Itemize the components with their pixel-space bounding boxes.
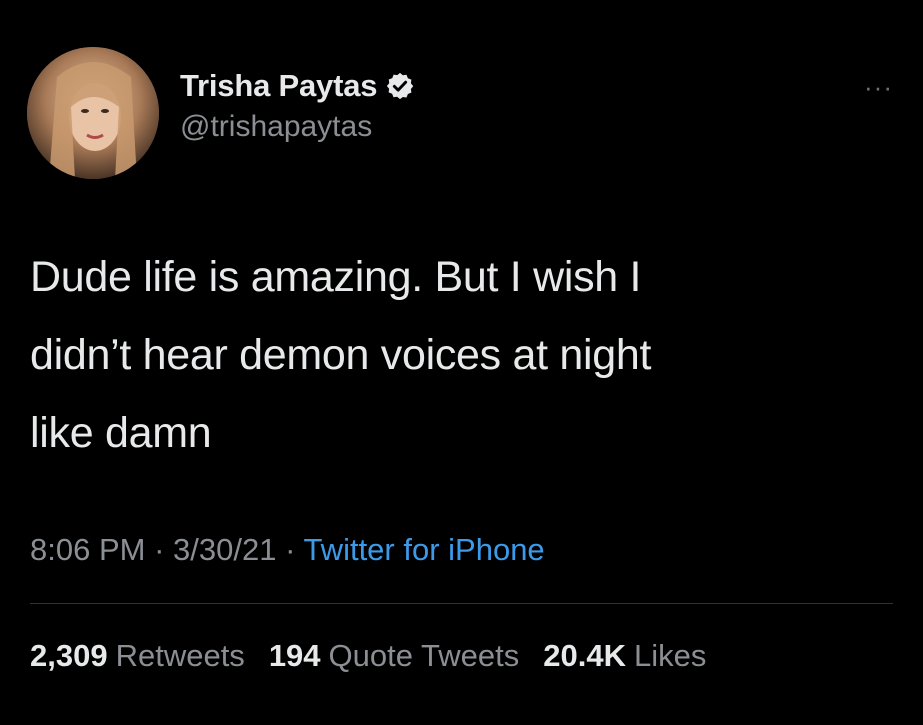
likes-count: 20.4K xyxy=(543,638,626,673)
tweet-time[interactable]: 8:06 PM xyxy=(30,532,145,567)
tweet-meta: 8:06 PM · 3/30/21 · Twitter for iPhone xyxy=(30,532,545,568)
author-handle[interactable]: @trishapaytas xyxy=(180,110,415,144)
quote-tweets-label: Quote Tweets xyxy=(328,638,520,673)
tweet-date[interactable]: 3/30/21 xyxy=(173,532,276,567)
verified-badge-icon xyxy=(385,71,415,101)
profile-photo-icon xyxy=(27,47,159,179)
meta-separator: · xyxy=(276,532,304,567)
retweets-count: 2,309 xyxy=(30,638,108,673)
tweet-source-link[interactable]: Twitter for iPhone xyxy=(303,532,544,567)
author-name-row: Trisha Paytas xyxy=(180,68,415,104)
quote-tweets-count: 194 xyxy=(268,638,321,673)
author-info: Trisha Paytas @trishapaytas xyxy=(180,68,415,144)
tweet-stats: 2,309 Retweets 194 Quote Tweets 20.4K Likes xyxy=(30,638,706,674)
likes-label: Likes xyxy=(634,638,707,673)
tweet-text: Dude life is amazing. But I wish I didn’… xyxy=(30,253,652,457)
more-options-icon[interactable]: ··· xyxy=(864,74,893,100)
retweets-label: Retweets xyxy=(115,638,245,673)
tweet-card: Trisha Paytas @trishapaytas ··· Dude lif… xyxy=(0,0,923,725)
likes-stat[interactable]: 20.4K Likes xyxy=(543,638,706,674)
author-display-name[interactable]: Trisha Paytas xyxy=(180,68,377,104)
avatar[interactable] xyxy=(27,47,159,179)
meta-separator: · xyxy=(145,532,174,567)
quote-tweets-stat[interactable]: 194 Quote Tweets xyxy=(269,638,519,674)
divider xyxy=(30,603,893,604)
retweets-stat[interactable]: 2,309 Retweets xyxy=(30,638,245,674)
